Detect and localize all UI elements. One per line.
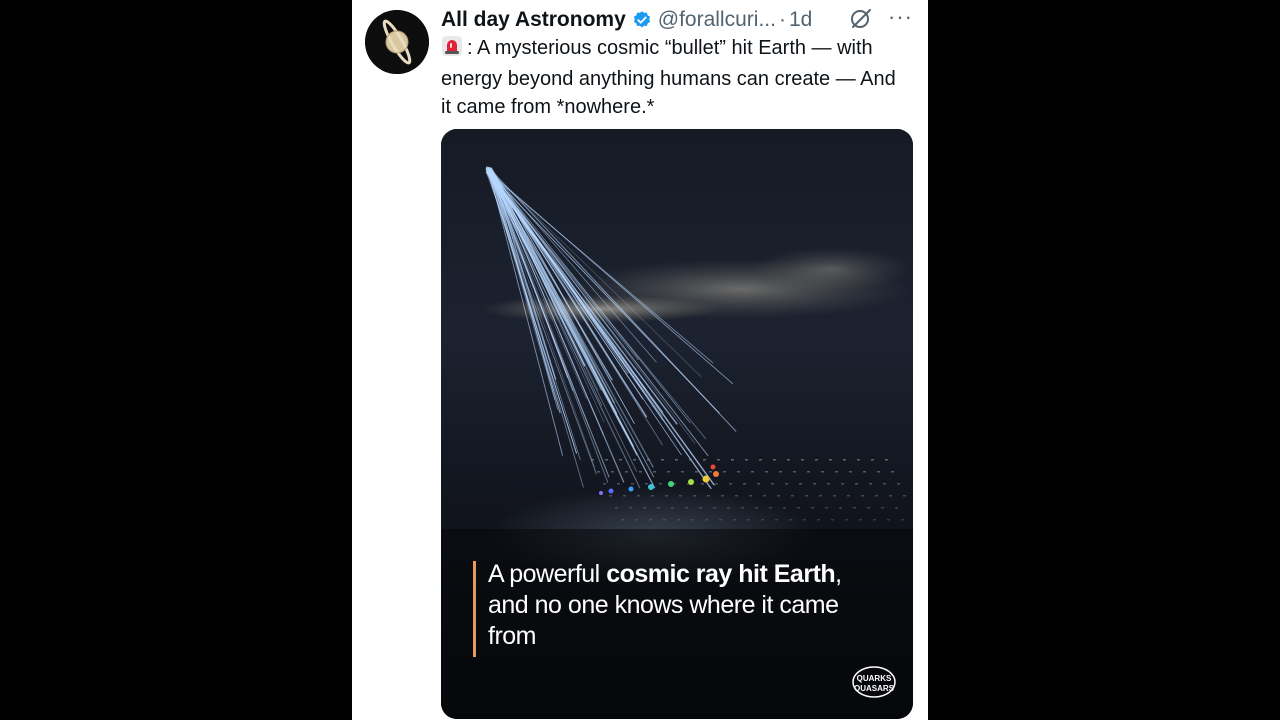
quarks-quasars-logo: QUARKS QUASARS — [852, 666, 896, 698]
more-icon[interactable]: ··· — [888, 4, 913, 30]
verified-badge-icon — [632, 10, 652, 30]
display-name[interactable]: All day Astronomy — [441, 8, 626, 32]
caption-bold1: cosmic ray hit Earth — [606, 560, 836, 588]
handle[interactable]: @forallcuri... — [658, 8, 776, 32]
svg-text:QUARKS: QUARKS — [857, 674, 892, 683]
tweet-media-image[interactable]: A powerful cosmic ray hit Earth, and no … — [441, 129, 913, 719]
timestamp[interactable]: 1d — [789, 8, 812, 32]
saturn-avatar-icon — [365, 10, 429, 74]
tweet-body: : A mysterious cosmic “bullet” hit Earth… — [441, 37, 896, 118]
separator-dot: · — [778, 8, 786, 31]
siren-emoji-icon — [441, 35, 463, 65]
caption-part1: A powerful — [488, 560, 607, 588]
tweet-card[interactable]: All day Astronomy @forallcuri... · 1d ··… — [352, 0, 928, 720]
caption-accent-bar — [473, 561, 476, 657]
media-caption: A powerful cosmic ray hit Earth, and no … — [488, 559, 888, 652]
svg-text:QUASARS: QUASARS — [854, 684, 895, 693]
avatar[interactable] — [365, 10, 429, 74]
grok-icon[interactable] — [849, 7, 873, 31]
tweet-text: : A mysterious cosmic “bullet” hit Earth… — [441, 34, 911, 121]
